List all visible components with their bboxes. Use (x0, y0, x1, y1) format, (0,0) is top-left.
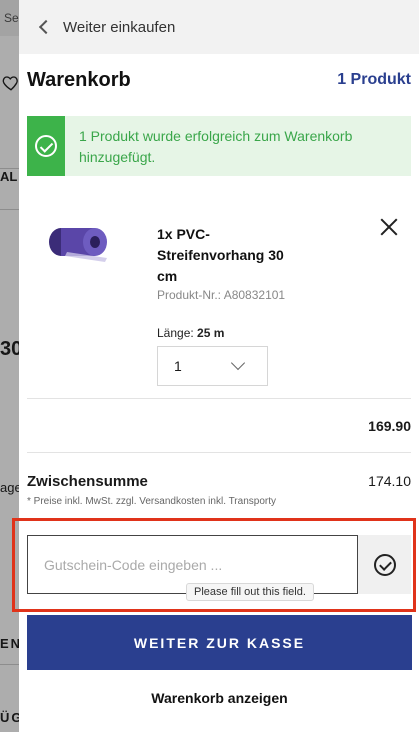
chevron-down-icon (230, 355, 246, 371)
success-notice: 1 Produkt wurde erfolgreich zum Warenkor… (27, 116, 411, 176)
continue-shopping-link[interactable]: Weiter einkaufen (19, 0, 419, 54)
validation-tooltip: Please fill out this field. (186, 583, 314, 601)
product-name[interactable]: 1x PVC-Streifenvorhang 30 cm (157, 224, 307, 287)
product-image (49, 228, 107, 262)
cart-line-item: 1x PVC-Streifenvorhang 30 cm Produkt-Nr.… (27, 176, 411, 399)
check-circle-icon (373, 553, 396, 576)
length-value: 25 m (197, 326, 225, 340)
subtotal-value: 174.10 (368, 473, 411, 489)
line-price-row: 169.90 (27, 399, 411, 453)
chevron-left-icon (38, 19, 54, 35)
quantity-value: 1 (174, 358, 182, 374)
product-sku: Produkt-Nr.: A80832101 (157, 288, 286, 302)
product-length: Länge: 25 m (157, 326, 224, 340)
subtotal-label: Zwischensumme (27, 473, 148, 490)
cart-title: Warenkorb (27, 68, 131, 91)
cart-item-count: 1 Produkt (337, 71, 411, 88)
check-circle-icon (35, 135, 57, 157)
apply-coupon-button[interactable] (358, 535, 411, 594)
success-icon-box (27, 116, 65, 176)
cart-header: Warenkorb 1 Produkt (19, 54, 419, 106)
view-cart-link[interactable]: Warenkorb anzeigen (27, 690, 412, 706)
checkout-button[interactable]: WEITER ZUR KASSE (27, 615, 412, 670)
price-note: * Preise inkl. MwSt. zzgl. Versandkosten… (27, 496, 276, 507)
line-price: 169.90 (368, 417, 411, 434)
continue-shopping-label: Weiter einkaufen (63, 18, 176, 36)
success-message: 1 Produkt wurde erfolgreich zum Warenkor… (79, 128, 353, 165)
length-label: Länge: (157, 326, 194, 340)
remove-item-button[interactable] (379, 217, 399, 237)
subtotal-row: Zwischensumme 174.10 (27, 453, 411, 490)
quantity-select[interactable]: 1 (157, 346, 268, 386)
